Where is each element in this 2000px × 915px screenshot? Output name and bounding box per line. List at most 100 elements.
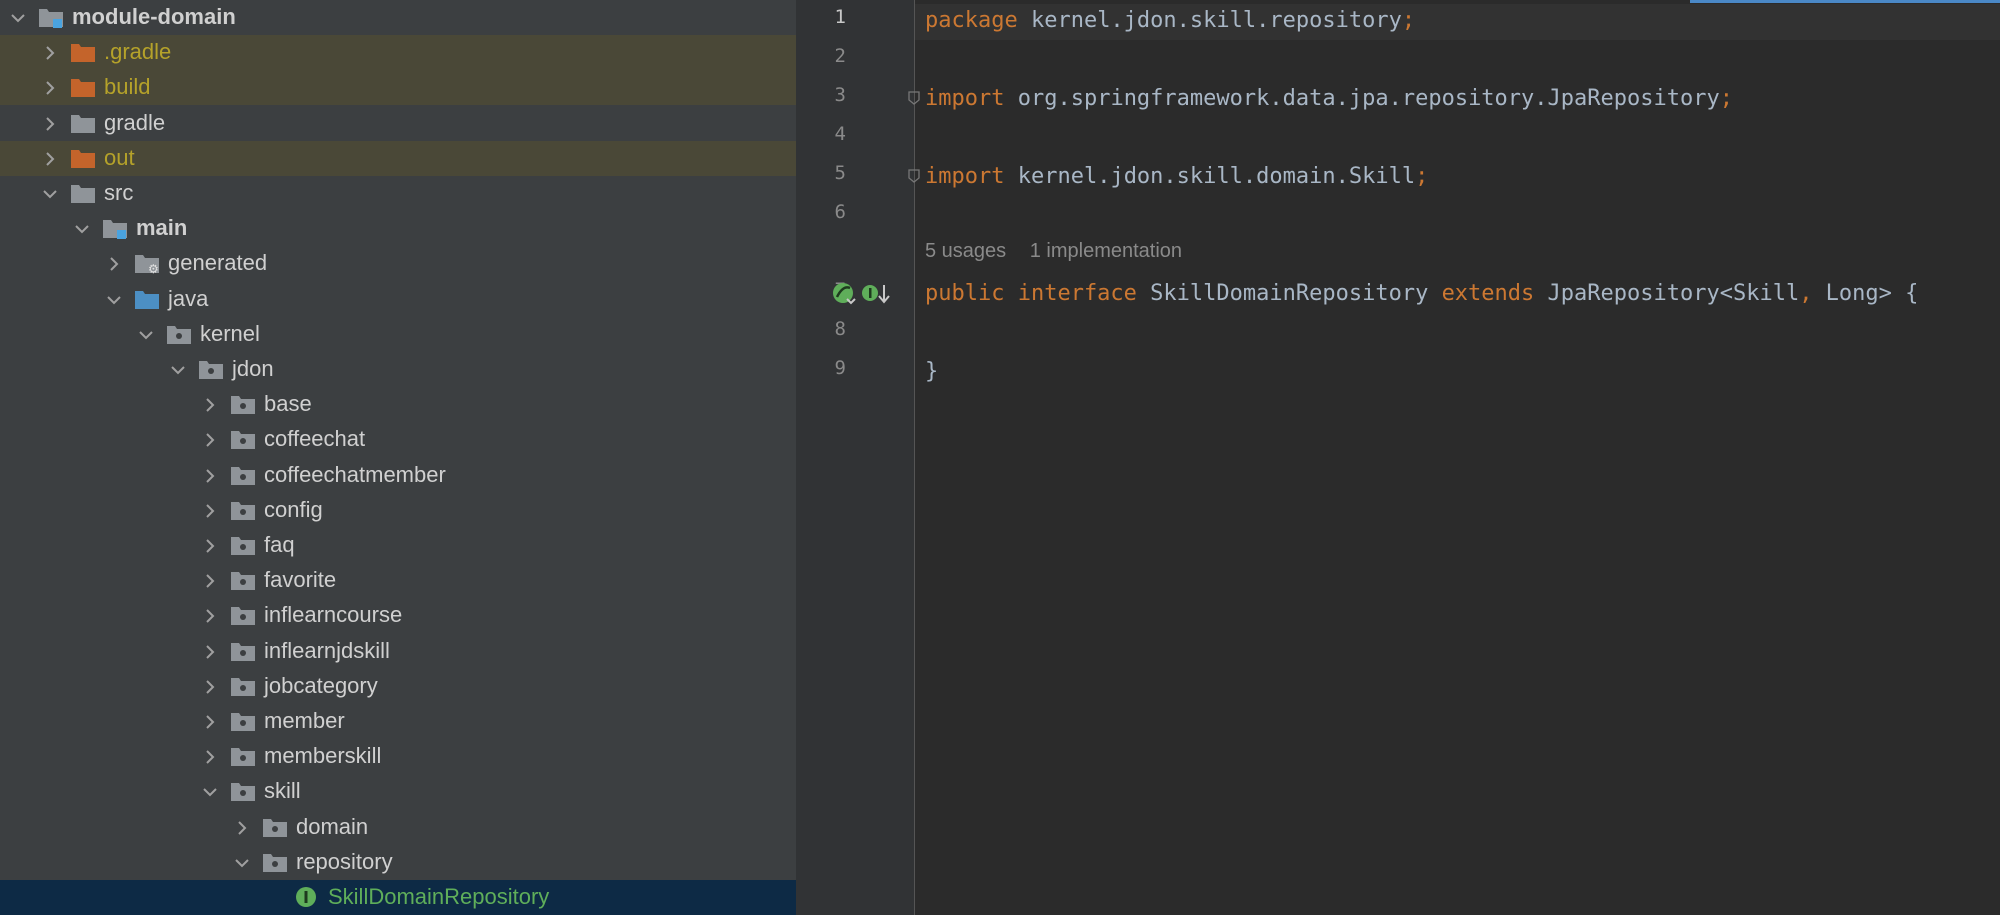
chevron-right-icon[interactable] (198, 422, 220, 457)
tree-item-coffeechat[interactable]: coffeechat (0, 422, 796, 457)
tree-item-gradle[interactable]: gradle (0, 106, 796, 141)
chevron-right-icon[interactable] (102, 246, 124, 281)
tree-item-skill[interactable]: skill (0, 774, 796, 809)
code-keyword: , (1799, 281, 1813, 306)
tree-item-build[interactable]: build (0, 70, 796, 106)
fold-marker-icon[interactable] (908, 169, 920, 183)
chevron-right-icon[interactable] (198, 563, 220, 598)
tree-item-label: gradle (104, 109, 166, 135)
package-icon (198, 357, 224, 381)
tree-item-label: java (168, 285, 209, 311)
implementations-hint[interactable]: 1 implementation (1030, 240, 1182, 262)
chevron-right-icon[interactable] (198, 669, 220, 704)
chevron-right-icon[interactable] (198, 528, 220, 563)
source-folder-icon (134, 287, 160, 311)
tree-item-faq[interactable]: faq (0, 528, 796, 563)
package-icon (230, 498, 256, 522)
tree-item-config[interactable]: config (0, 493, 796, 528)
tree-item-label: faq (264, 532, 295, 557)
line-number: 9 (834, 357, 846, 379)
chevron-down-icon[interactable] (102, 282, 124, 317)
tree-item-jobcategory[interactable]: jobcategory (0, 669, 796, 704)
chevron-down-icon[interactable] (230, 845, 252, 880)
tree-item-repository[interactable]: repository (0, 845, 796, 880)
tree-item-memberskill[interactable]: memberskill (0, 739, 796, 774)
tree-item-label: kernel (200, 320, 260, 346)
implemented-interface-icon[interactable] (861, 281, 891, 307)
code-line[interactable]: import kernel.jdon.skill.domain.Skill; (925, 161, 1428, 193)
tree-item-inflearncourse[interactable]: inflearncourse (0, 598, 796, 633)
tree-item-label: config (264, 496, 323, 522)
usages-hint[interactable]: 5 usages (925, 240, 1006, 262)
tree-item-label: repository (296, 848, 393, 874)
tree-item-label: jobcategory (264, 672, 378, 698)
tree-item-favorite[interactable]: favorite (0, 563, 796, 598)
chevron-down-icon[interactable] (198, 774, 220, 809)
chevron-right-icon[interactable] (198, 739, 220, 774)
package-icon (166, 322, 192, 346)
code-line[interactable]: package kernel.jdon.skill.repository; (925, 5, 1415, 37)
line-number: 3 (834, 84, 846, 106)
tree-item-java[interactable]: java (0, 282, 796, 317)
chevron-right-icon[interactable] (198, 598, 220, 633)
chevron-right-icon[interactable] (198, 634, 220, 669)
tree-item-kernel[interactable]: kernel (0, 317, 796, 352)
chevron-down-icon[interactable] (38, 176, 60, 211)
tree-item-label: domain (296, 813, 369, 839)
tree-item-src[interactable]: src (0, 176, 796, 211)
tree-item-label: module-domain (72, 4, 236, 29)
tree-item-label: coffeechatmember (264, 461, 446, 487)
tree-item-out[interactable]: out (0, 140, 796, 176)
code-line[interactable]: } (925, 356, 938, 388)
chevron-right-icon[interactable] (198, 387, 220, 422)
tree-item-skilldomainrepository[interactable]: SkillDomainRepository (0, 880, 796, 915)
code-keyword: extends (1441, 281, 1535, 306)
tree-item-generated[interactable]: ⚙ generated (0, 246, 796, 281)
package-icon (230, 603, 256, 627)
code-keyword: ; (1719, 86, 1733, 111)
tree-item-coffeechatmember[interactable]: coffeechatmember (0, 458, 796, 493)
tree-item-label: member (264, 708, 345, 733)
chevron-right-icon[interactable] (198, 704, 220, 739)
chevron-down-icon[interactable] (6, 0, 28, 35)
tree-item-label: build (104, 74, 151, 100)
chevron-down-icon[interactable] (166, 352, 188, 387)
package-icon (262, 815, 288, 839)
editor-tab-indicator (1690, 0, 2000, 3)
chevron-right-icon[interactable] (198, 458, 220, 493)
chevron-down-icon[interactable] (134, 317, 156, 352)
tree-item-label: src (104, 180, 134, 205)
tree-item-member[interactable]: member (0, 704, 796, 739)
chevron-right-icon[interactable] (230, 810, 252, 845)
chevron-right-icon[interactable] (38, 35, 60, 70)
chevron-down-icon[interactable] (70, 211, 92, 246)
tree-item-domain[interactable]: domain (0, 810, 796, 845)
tree-item-module-domain[interactable]: module-domain (0, 0, 796, 35)
excluded-folder-icon (70, 40, 96, 64)
tree-item-label: favorite (264, 567, 337, 593)
line-number: 2 (834, 45, 846, 67)
code-keyword: package (925, 8, 1018, 33)
line-number: 6 (834, 201, 846, 223)
code-line[interactable]: import org.springframework.data.jpa.repo… (925, 83, 1733, 115)
tree-item-jdon[interactable]: jdon (0, 352, 796, 387)
folder-icon (70, 181, 96, 205)
chevron-right-icon[interactable] (38, 70, 60, 105)
package-icon (230, 639, 256, 663)
inlay-hint[interactable]: 5 usages 1 implementation (925, 240, 1200, 263)
package-icon (230, 568, 256, 592)
fold-marker-icon[interactable] (908, 91, 920, 105)
chevron-right-icon[interactable] (198, 493, 220, 528)
chevron-right-icon[interactable] (38, 106, 60, 141)
code-line[interactable]: public interface SkillDomainRepository e… (925, 278, 1918, 310)
code-editor[interactable]: 5 usages 1 implementation package kernel… (915, 0, 2000, 915)
tree-item-base[interactable]: base (0, 387, 796, 422)
package-icon (230, 674, 256, 698)
chevron-right-icon[interactable] (38, 141, 60, 176)
line-number: 4 (834, 123, 846, 145)
tree-item-main[interactable]: main (0, 211, 796, 246)
tree-item-inflearnjdskill[interactable]: inflearnjdskill (0, 634, 796, 669)
tree-item-gradle[interactable]: .gradle (0, 35, 796, 71)
package-icon (230, 392, 256, 416)
spring-bean-icon[interactable] (831, 281, 857, 307)
